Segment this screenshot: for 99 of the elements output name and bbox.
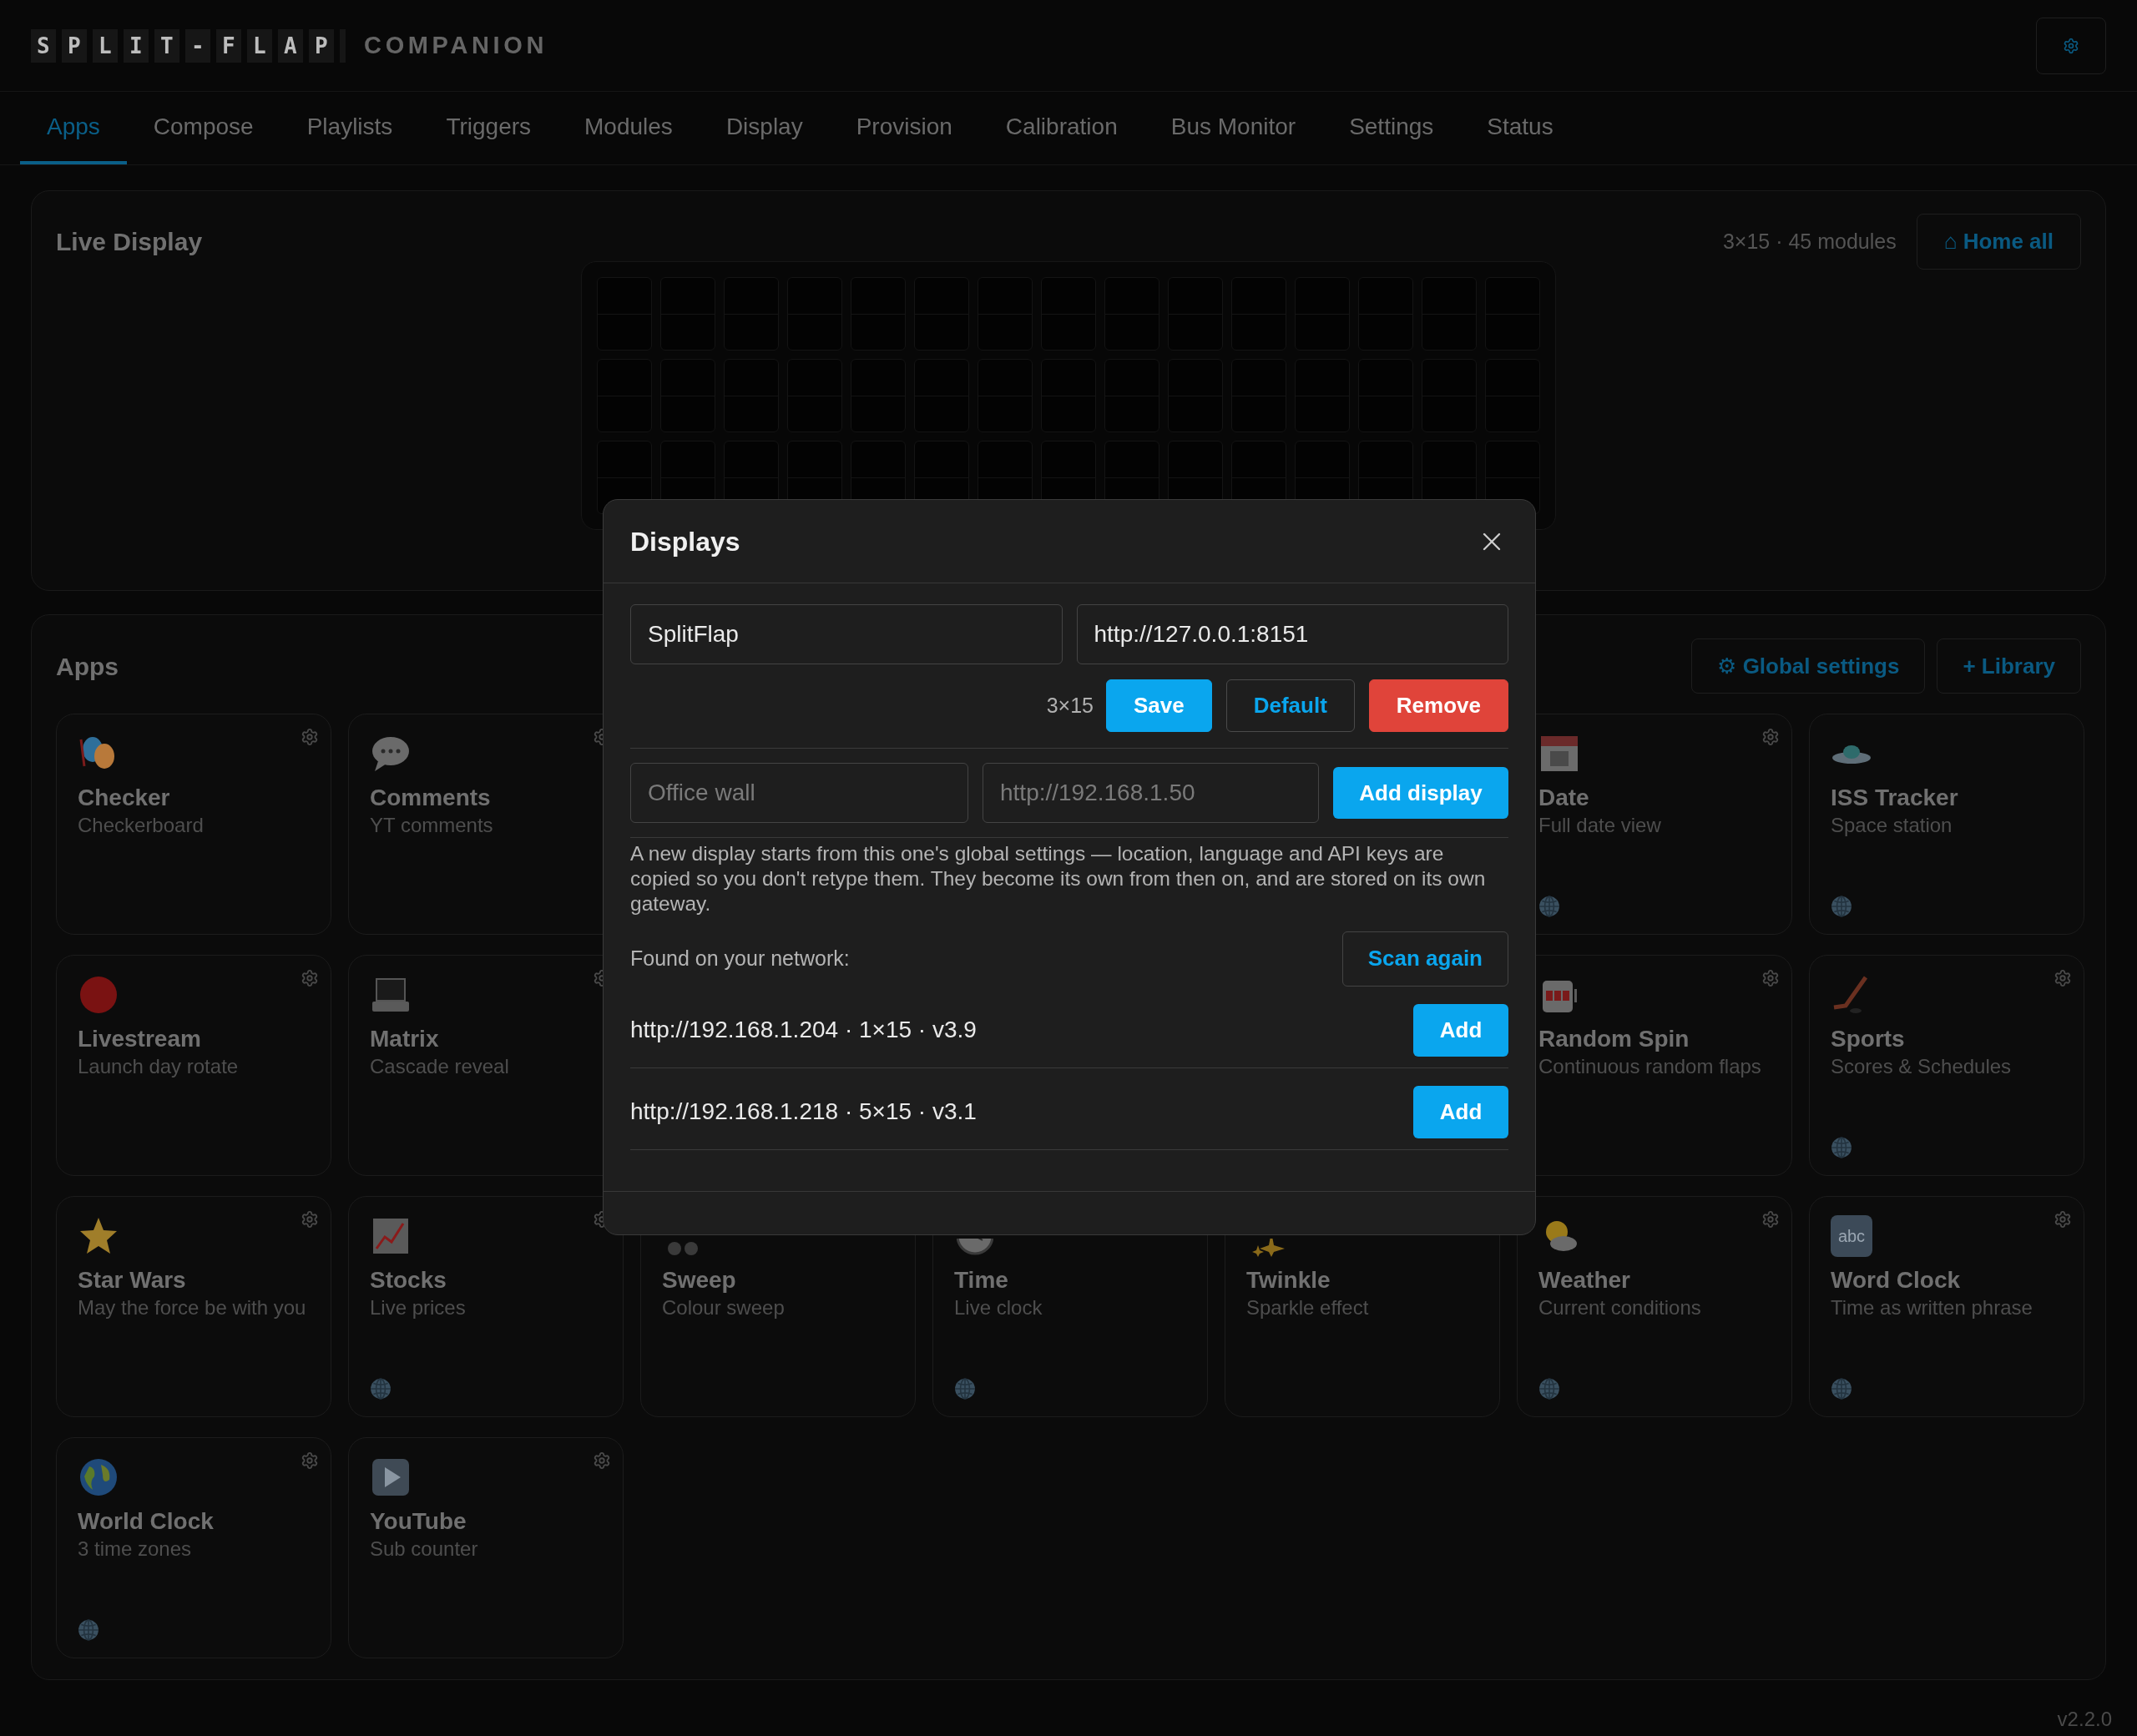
app-title: Checker xyxy=(78,784,171,812)
version-label: v2.2.0 xyxy=(2057,1707,2112,1732)
toolbar-button[interactable]: ⚙ Global settings xyxy=(1691,638,1926,694)
app-title: Time xyxy=(954,1266,1009,1294)
add-device-button[interactable]: Add xyxy=(1413,1003,1508,1057)
app-title: Twinkle xyxy=(1246,1266,1331,1294)
app-card[interactable]: Sports Scores & Schedules xyxy=(1809,955,2084,1176)
new-name-field[interactable]: Office wall xyxy=(630,763,968,823)
app-card[interactable]: Weather Current conditions xyxy=(1517,1196,1792,1417)
nav-tab[interactable]: Compose xyxy=(126,92,280,164)
app-title: Stocks xyxy=(370,1266,447,1294)
app-title: Random Spin xyxy=(1538,1025,1690,1053)
app-title: Matrix xyxy=(370,1025,440,1053)
nav-tab[interactable]: Display xyxy=(699,92,830,164)
earth-icon xyxy=(78,1456,119,1498)
dialog-button[interactable]: Save xyxy=(1106,679,1212,732)
app-subtitle: Launch day rotate xyxy=(78,1055,240,1078)
settings-button[interactable] xyxy=(2036,17,2106,74)
app-title: Comments xyxy=(370,784,492,812)
app-title: Star Wars xyxy=(78,1266,187,1294)
add-display-button[interactable]: Add display xyxy=(1333,767,1508,819)
app-title: YouTube xyxy=(370,1507,467,1536)
app-subtitle: YT comments xyxy=(370,814,494,837)
dialog-title: Displays xyxy=(630,525,740,558)
toolbar-button[interactable]: + Library xyxy=(1937,638,2081,694)
settings-icon[interactable] xyxy=(593,1451,611,1470)
settings-icon[interactable] xyxy=(1761,1210,1780,1229)
panel-title: Apps xyxy=(56,651,119,682)
app-title: Date xyxy=(1538,784,1590,812)
app-title: ISS Tracker xyxy=(1831,784,1959,812)
scan-again-button[interactable]: Scan again xyxy=(1341,931,1508,987)
info-text: A new display starts from this one's global settings — location, language and API keys are copied so you don't retype them. They become its own from then on, and are stored on its own gateway. xyxy=(630,841,1487,916)
app-card[interactable]: Stocks Live prices xyxy=(348,1196,624,1417)
settings-icon[interactable] xyxy=(2054,969,2072,987)
nav-tab[interactable]: Settings xyxy=(1322,92,1461,164)
logo-text: COMPANION xyxy=(364,30,548,60)
app-title: Livestream xyxy=(78,1025,202,1053)
app-subtitle: Continuous random flaps xyxy=(1538,1055,1762,1078)
app-subtitle: Live prices xyxy=(370,1296,467,1320)
app-subtitle: Scores & Schedules xyxy=(1831,1055,2013,1078)
logo-tiles: SPLIT-FLAP xyxy=(31,28,346,63)
app-title: Sports xyxy=(1831,1025,1906,1053)
app-subtitle: Sub counter xyxy=(370,1537,479,1561)
found-device: http://192.168.1.218 · 5×15 · v3.1 xyxy=(630,1098,977,1127)
record-icon xyxy=(78,974,119,1016)
app-subtitle: Sparkle effect xyxy=(1246,1296,1370,1320)
found-device: http://192.168.1.204 · 1×15 · v3.9 xyxy=(630,1016,977,1045)
add-device-button[interactable]: Add xyxy=(1413,1085,1508,1138)
nav-tab[interactable]: Apps xyxy=(20,92,127,164)
panel-title: Live Display xyxy=(56,227,203,257)
app-subtitle: Full date view xyxy=(1538,814,1662,837)
nav-tab[interactable]: Provision xyxy=(829,92,979,164)
app-card[interactable]: Star Wars May the force be with you xyxy=(56,1196,331,1417)
app-title: World Clock xyxy=(78,1507,215,1536)
nav-tab[interactable]: Bus Monitor xyxy=(1144,92,1323,164)
settings-icon[interactable] xyxy=(2054,1210,2072,1229)
display-size: 3×15 xyxy=(1046,692,1094,719)
module-summary: 3×15 · 45 modules xyxy=(1722,228,1897,255)
nav-tab[interactable]: Calibration xyxy=(978,92,1144,164)
settings-icon[interactable] xyxy=(1761,728,1780,746)
display-url-field[interactable]: http://127.0.0.1:8151 xyxy=(1076,604,1508,664)
settings-icon[interactable] xyxy=(301,1451,319,1470)
app-subtitle: Colour sweep xyxy=(662,1296,786,1320)
nav-tab[interactable]: Modules xyxy=(558,92,700,164)
settings-icon[interactable] xyxy=(301,728,319,746)
nav-tab[interactable]: Triggers xyxy=(419,92,558,164)
app-subtitle: Checkerboard xyxy=(78,814,205,837)
dialog-button[interactable]: Default xyxy=(1225,679,1355,732)
app-card[interactable]: YouTube Sub counter xyxy=(348,1437,624,1658)
display-name-field[interactable]: SplitFlap xyxy=(630,604,1063,664)
app-card[interactable]: Livestream Launch day rotate xyxy=(56,955,331,1176)
clock-icon xyxy=(957,1239,993,1255)
app-subtitle: Live clock xyxy=(954,1296,1043,1320)
app-title: Weather xyxy=(1538,1266,1631,1294)
app-subtitle: Current conditions xyxy=(1538,1296,1702,1320)
app-subtitle: Time as written phrase xyxy=(1831,1296,2033,1320)
settings-icon[interactable] xyxy=(301,969,319,987)
home-all-button[interactable]: ⌂ Home all xyxy=(1916,214,2081,270)
app-title: Sweep xyxy=(662,1266,737,1294)
play-icon xyxy=(370,1456,412,1498)
app-subtitle: May the force be with you xyxy=(78,1296,307,1320)
found-label: Found on your network: xyxy=(630,945,850,971)
new-url-field[interactable]: http://192.168.1.50 xyxy=(983,763,1319,823)
app-card[interactable]: ISS Tracker Space station xyxy=(1809,714,2084,935)
nav-tab[interactable]: Status xyxy=(1460,92,1580,164)
settings-icon xyxy=(2063,37,2079,54)
settings-icon[interactable] xyxy=(1761,969,1780,987)
app-subtitle: Cascade reveal xyxy=(370,1055,510,1078)
app-card[interactable]: abc Word Clock Time as written phrase xyxy=(1809,1196,2084,1417)
dialog-button[interactable]: Remove xyxy=(1368,679,1508,732)
app-subtitle: 3 time zones xyxy=(78,1537,193,1561)
nav-tab[interactable]: Playlists xyxy=(280,92,420,164)
app-card[interactable]: Checker Checkerboard xyxy=(56,714,331,935)
settings-icon[interactable] xyxy=(301,1210,319,1229)
app-subtitle: Space station xyxy=(1831,814,1953,837)
app-card[interactable]: World Clock 3 time zones xyxy=(56,1437,331,1658)
sparkles-icon xyxy=(1252,1239,1285,1257)
word-icon: abc xyxy=(1831,1215,1872,1257)
app-title: Word Clock xyxy=(1831,1266,1962,1294)
